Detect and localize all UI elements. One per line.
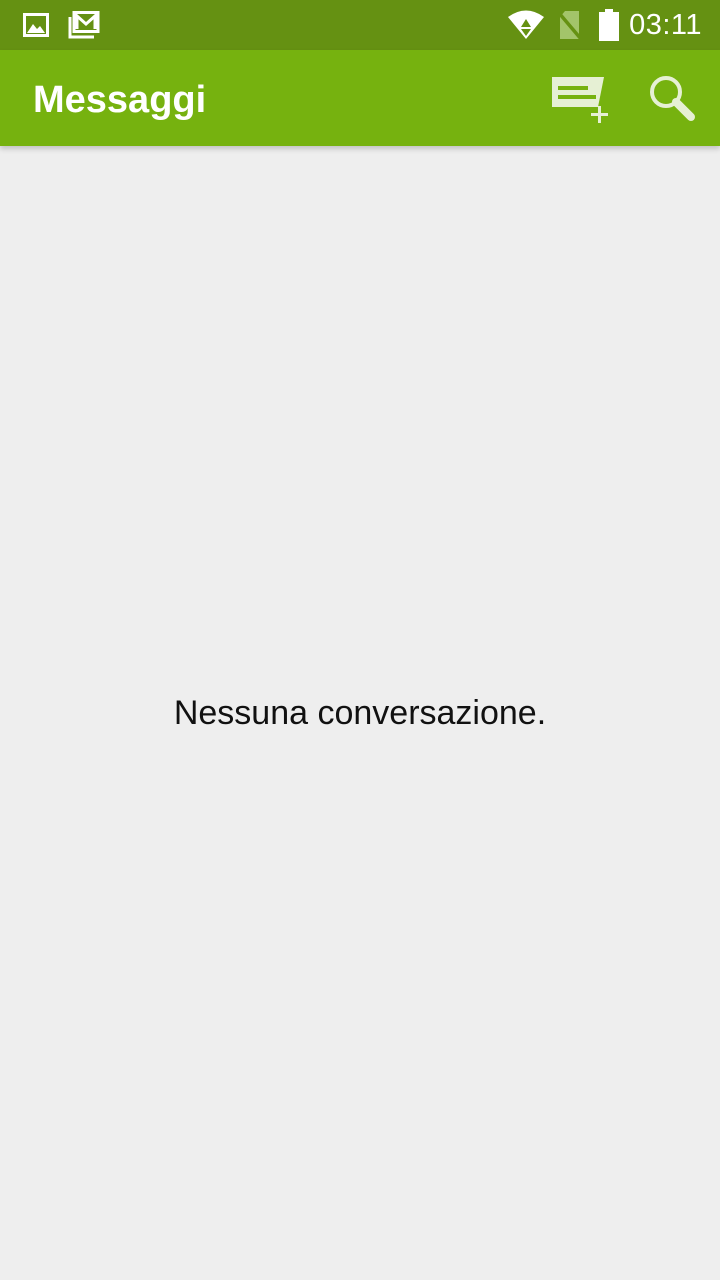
search-icon — [647, 73, 697, 128]
battery-icon — [596, 0, 622, 50]
image-notification-icon — [22, 0, 50, 50]
new-message-button[interactable] — [544, 66, 612, 134]
wifi-icon — [506, 0, 546, 50]
no-sim-icon — [556, 0, 584, 50]
search-button[interactable] — [638, 66, 706, 134]
gmail-notification-icon — [68, 0, 100, 50]
status-bar: 03:11 — [0, 0, 720, 50]
page-title: Messaggi — [33, 79, 207, 121]
app-bar: Messaggi — [0, 50, 720, 146]
new-message-icon — [547, 73, 609, 128]
empty-state-text: Nessuna conversazione. — [173, 694, 547, 732]
status-time: 03:11 — [629, 9, 702, 41]
conversation-list: Nessuna conversazione. — [0, 146, 720, 1280]
